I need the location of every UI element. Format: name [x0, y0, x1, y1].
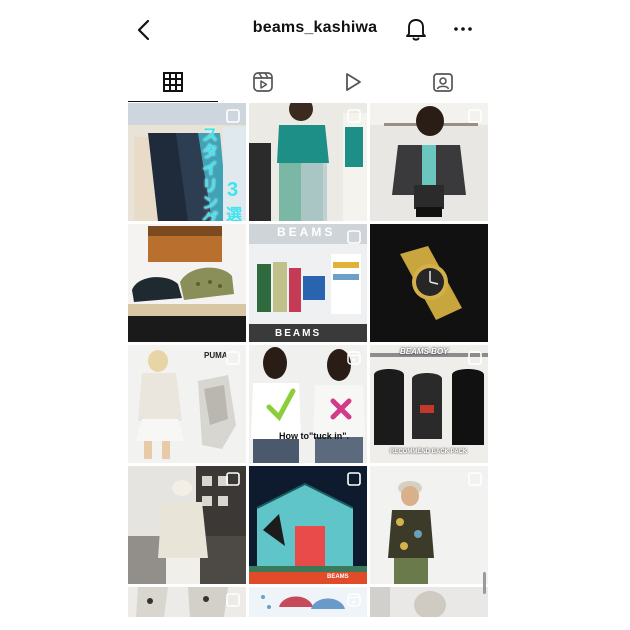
post-caption-text: BEAMS	[327, 574, 349, 580]
post-thumbnail[interactable]	[128, 224, 246, 342]
scrollbar[interactable]	[483, 572, 486, 594]
post-thumbnail[interactable]	[370, 224, 488, 342]
carousel-badge-icon	[468, 109, 482, 123]
more-horizontal-icon[interactable]	[452, 20, 474, 38]
tab-videos[interactable]	[308, 62, 398, 102]
post-caption-text: BEAMS BOY	[400, 347, 449, 356]
post-image	[128, 224, 246, 342]
post-caption-text: 選	[226, 207, 243, 221]
carousel-badge-icon	[226, 593, 240, 607]
profile-tabs	[128, 62, 488, 102]
post-caption-text: スタイリング	[202, 127, 219, 221]
profile-header: beams_kashiwa	[0, 0, 630, 60]
post-caption-text: 3	[227, 179, 239, 201]
post-caption-text: How to"tuck in".	[279, 431, 350, 441]
profile-username: beams_kashiwa	[252, 19, 378, 36]
tab-tagged[interactable]	[398, 62, 488, 102]
carousel-badge-icon	[347, 472, 361, 486]
post-image	[370, 224, 488, 342]
carousel-badge-icon	[226, 472, 240, 486]
carousel-badge-icon	[468, 472, 482, 486]
carousel-badge-icon	[226, 109, 240, 123]
reel-badge-icon	[347, 351, 361, 365]
post-caption-text: BEAMS	[275, 328, 322, 339]
carousel-badge-icon	[347, 109, 361, 123]
post-caption-text: PUMA	[204, 351, 228, 360]
tagged-person-icon	[433, 73, 453, 92]
tab-reels[interactable]	[218, 62, 308, 102]
post-thumbnail[interactable]	[370, 587, 488, 617]
carousel-badge-icon	[468, 351, 482, 365]
grid-icon	[163, 72, 183, 92]
carousel-badge-icon	[347, 230, 361, 244]
reels-icon	[253, 72, 273, 92]
post-caption-text: RECOMMEND BACK PACK	[390, 449, 468, 455]
post-caption-text: BEAMS	[277, 225, 336, 239]
bell-icon[interactable]	[404, 16, 428, 42]
play-icon	[346, 73, 361, 91]
tab-posts[interactable]	[128, 62, 218, 102]
reel-badge-icon	[347, 593, 361, 607]
carousel-badge-icon	[226, 351, 240, 365]
post-image	[370, 587, 488, 617]
